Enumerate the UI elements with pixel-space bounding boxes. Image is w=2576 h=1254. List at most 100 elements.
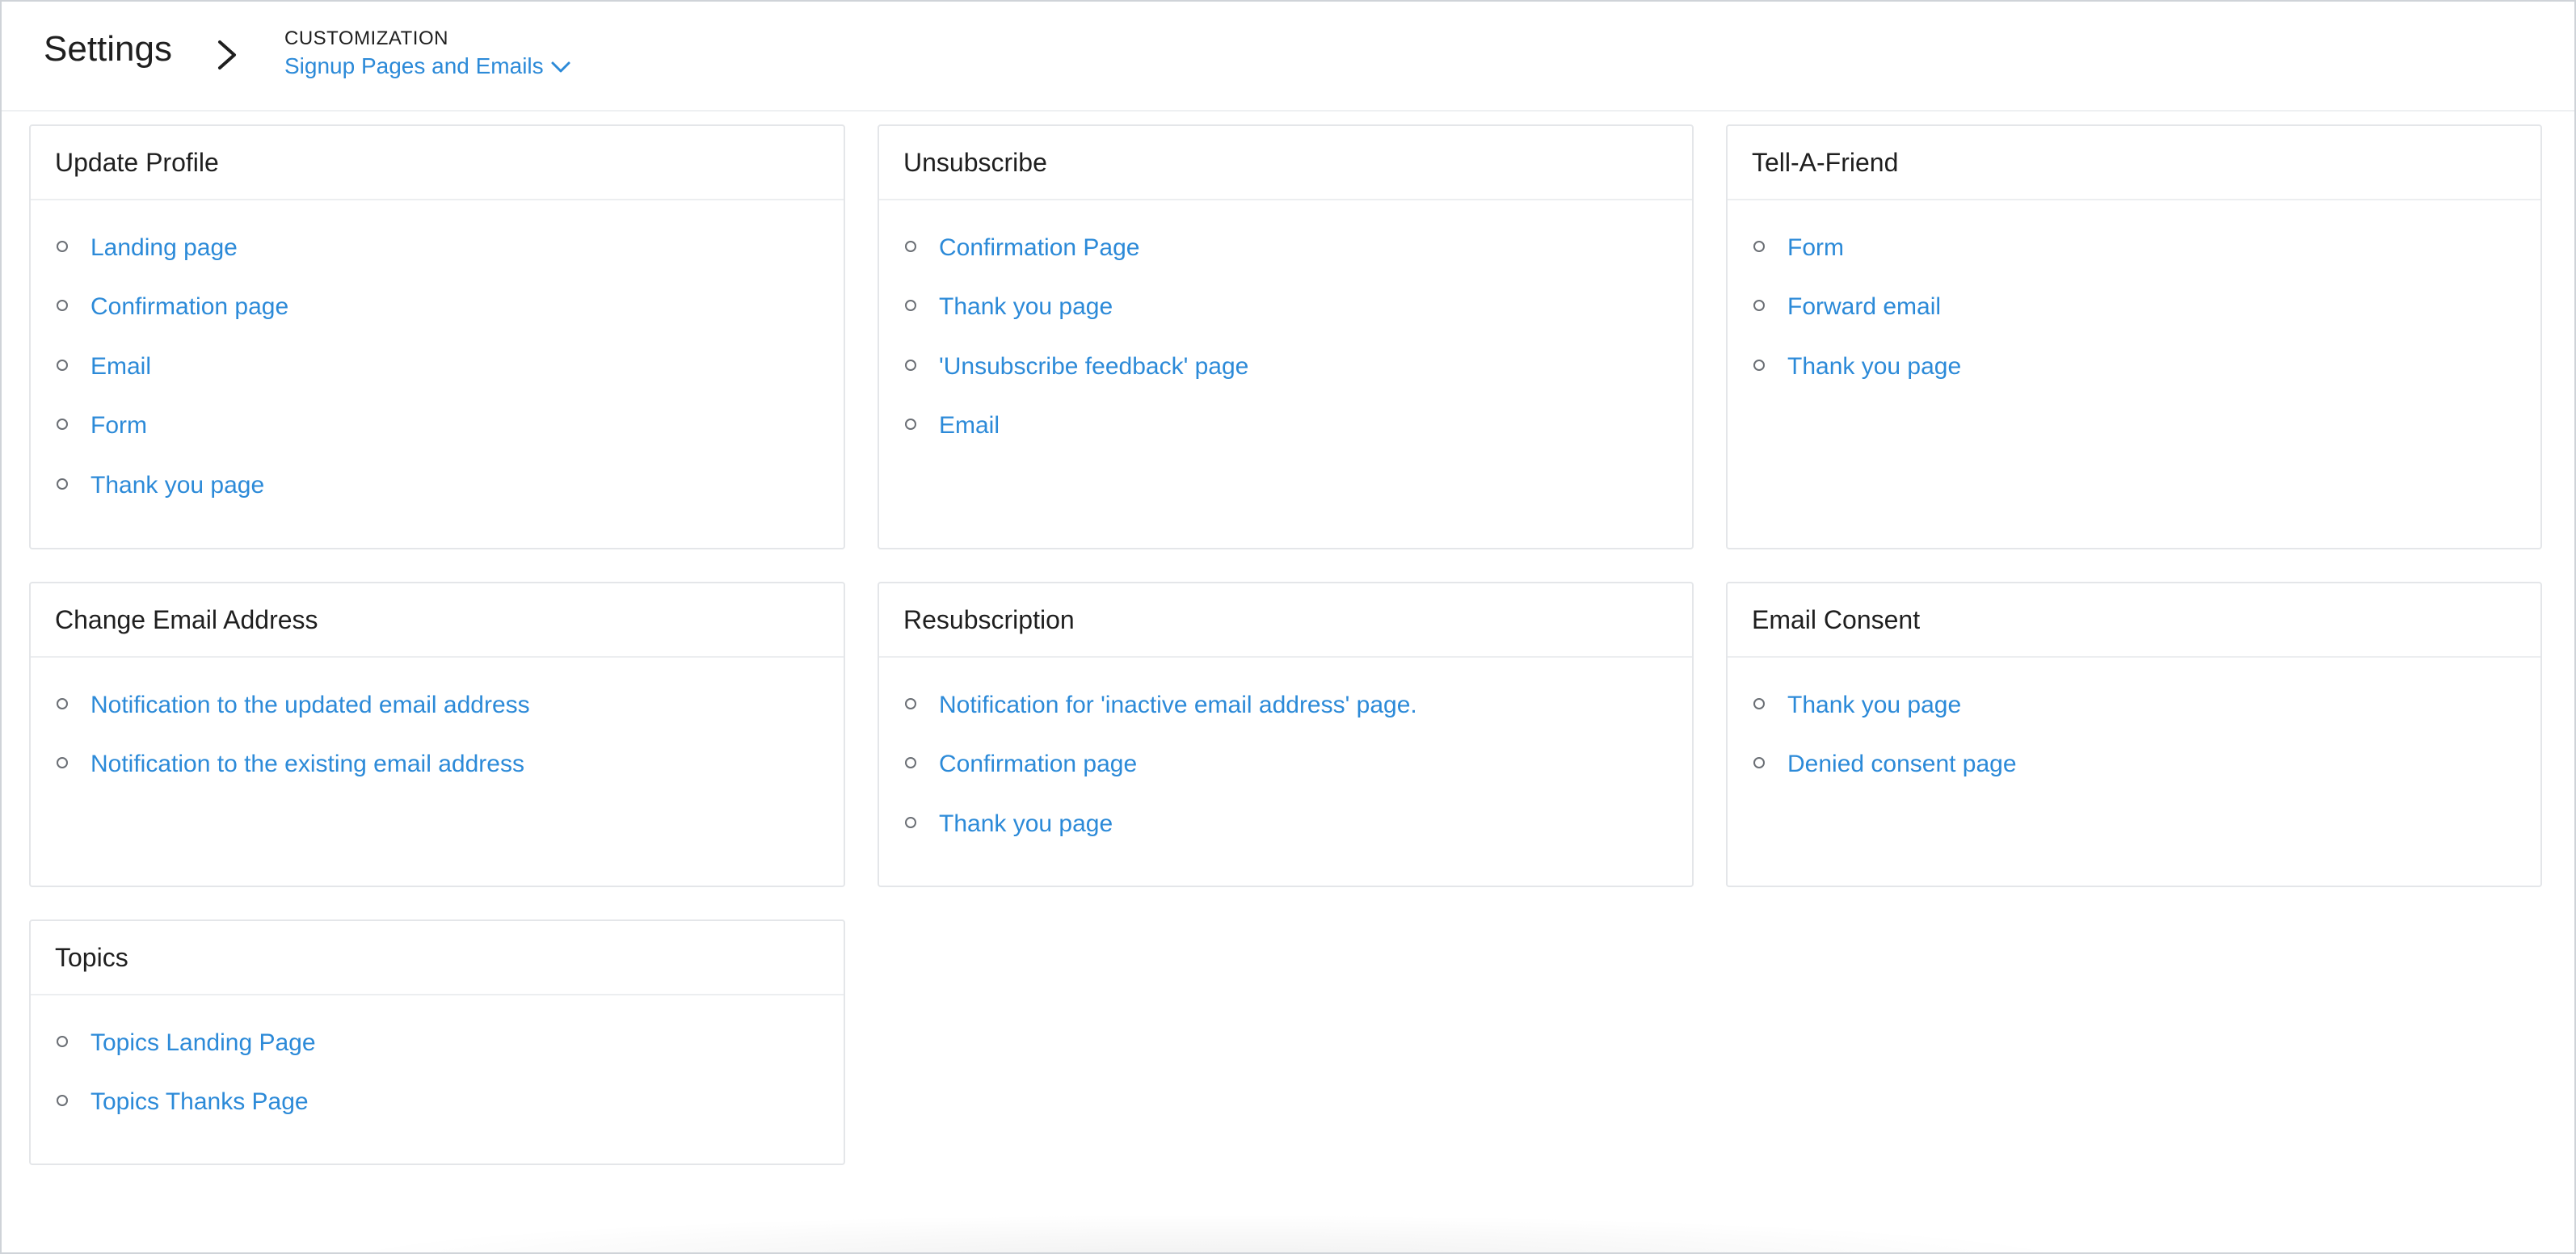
- list-item: Form: [31, 397, 844, 457]
- tell-a-friend-forward-email-link[interactable]: Forward email: [1787, 293, 1941, 321]
- card-link-list: Notification to the updated email addres…: [31, 658, 844, 794]
- bullet-icon: [57, 419, 68, 431]
- resubscription-confirmation-page-link[interactable]: Confirmation page: [939, 751, 1137, 778]
- list-item: Confirmation page: [879, 735, 1692, 795]
- list-item: Topics Landing Page: [31, 1013, 844, 1073]
- list-item: Form: [1728, 218, 2540, 278]
- bullet-icon: [905, 419, 916, 431]
- bullet-icon: [1753, 757, 1765, 769]
- bullet-icon: [1753, 240, 1765, 252]
- card-title: Change Email Address: [55, 604, 318, 634]
- tell-a-friend-form-link[interactable]: Form: [1787, 234, 1844, 262]
- chevron-right-icon: [218, 40, 236, 69]
- change-email-existing-notification-link[interactable]: Notification to the existing email addre…: [90, 751, 524, 778]
- update-profile-form-link[interactable]: Form: [90, 412, 147, 440]
- list-item: 'Unsubscribe feedback' page: [879, 337, 1692, 397]
- unsubscribe-feedback-page-link[interactable]: 'Unsubscribe feedback' page: [939, 353, 1248, 381]
- card-link-list: Notification for 'inactive email address…: [879, 658, 1692, 854]
- card-link-list: Topics Landing Page Topics Thanks Page: [31, 995, 844, 1132]
- card-unsubscribe: Unsubscribe Confirmation Page Thank you …: [878, 124, 1694, 549]
- bullet-icon: [57, 1095, 68, 1107]
- card-link-list: Thank you page Denied consent page: [1728, 658, 2540, 794]
- unsubscribe-thank-you-page-link[interactable]: Thank you page: [939, 293, 1113, 321]
- breadcrumb-section-label: CUSTOMIZATION: [284, 27, 448, 49]
- breadcrumb-current-label: Signup Pages and Emails: [284, 53, 544, 78]
- card-link-list: Form Forward email Thank you page: [1728, 200, 2540, 397]
- card-link-list: Confirmation Page Thank you page 'Unsubs…: [879, 200, 1692, 456]
- card-header: Change Email Address: [31, 583, 844, 658]
- bullet-icon: [57, 300, 68, 312]
- card-title: Topics: [55, 942, 128, 972]
- change-email-updated-notification-link[interactable]: Notification to the updated email addres…: [90, 692, 530, 719]
- list-item: Notification to the existing email addre…: [31, 735, 844, 795]
- bullet-icon: [1753, 697, 1765, 709]
- topics-landing-page-link[interactable]: Topics Landing Page: [90, 1029, 316, 1057]
- list-item: Thank you page: [31, 456, 844, 515]
- update-profile-landing-page-link[interactable]: Landing page: [90, 234, 238, 262]
- email-consent-denied-page-link[interactable]: Denied consent page: [1787, 751, 2017, 778]
- list-item: Thank you page: [879, 794, 1692, 854]
- bottom-shadow: [309, 1214, 2102, 1252]
- card-header: Topics: [31, 921, 844, 995]
- resubscription-thank-you-page-link[interactable]: Thank you page: [939, 810, 1113, 838]
- bullet-icon: [57, 1035, 68, 1047]
- list-item: Notification to the updated email addres…: [31, 675, 844, 735]
- page-title: Settings: [44, 29, 172, 69]
- card-header: Email Consent: [1728, 583, 2540, 658]
- bullet-icon: [1753, 359, 1765, 371]
- bullet-icon: [57, 757, 68, 769]
- list-item: Topics Thanks Page: [31, 1073, 844, 1133]
- update-profile-thank-you-page-link[interactable]: Thank you page: [90, 472, 264, 499]
- resubscription-inactive-notification-link[interactable]: Notification for 'inactive email address…: [939, 692, 1417, 719]
- card-change-email-address: Change Email Address Notification to the…: [29, 582, 845, 887]
- bullet-icon: [57, 359, 68, 371]
- breadcrumb-page-dropdown[interactable]: Signup Pages and Emails: [284, 53, 571, 79]
- bullet-icon: [905, 359, 916, 371]
- card-header: Update Profile: [31, 126, 844, 200]
- bullet-icon: [1753, 300, 1765, 312]
- list-item: Thank you page: [879, 278, 1692, 338]
- card-title: Email Consent: [1752, 604, 1921, 634]
- list-item: Confirmation page: [31, 278, 844, 338]
- list-item: Thank you page: [1728, 675, 2540, 735]
- topics-thanks-page-link[interactable]: Topics Thanks Page: [90, 1088, 309, 1116]
- card-title: Tell-A-Friend: [1752, 147, 1899, 177]
- bullet-icon: [57, 478, 68, 490]
- list-item: Denied consent page: [1728, 735, 2540, 795]
- update-profile-confirmation-page-link[interactable]: Confirmation page: [90, 293, 288, 321]
- chevron-down-icon: [551, 61, 570, 73]
- card-update-profile: Update Profile Landing page Confirmation…: [29, 124, 845, 549]
- card-header: Resubscription: [879, 583, 1692, 658]
- email-consent-thank-you-page-link[interactable]: Thank you page: [1787, 692, 1961, 719]
- bullet-icon: [905, 816, 916, 828]
- list-item: Email: [31, 337, 844, 397]
- list-item: Forward email: [1728, 278, 2540, 338]
- settings-window: Settings CUSTOMIZATION Signup Pages and …: [0, 0, 2576, 1254]
- list-item: Landing page: [31, 218, 844, 278]
- unsubscribe-email-link[interactable]: Email: [939, 412, 1000, 440]
- bullet-icon: [57, 240, 68, 252]
- bullet-icon: [905, 757, 916, 769]
- card-header: Tell-A-Friend: [1728, 126, 2540, 200]
- card-topics: Topics Topics Landing Page Topics Thanks…: [29, 919, 845, 1165]
- card-header: Unsubscribe: [879, 126, 1692, 200]
- page-header: Settings CUSTOMIZATION Signup Pages and …: [2, 2, 2574, 112]
- card-resubscription: Resubscription Notification for 'inactiv…: [878, 582, 1694, 887]
- bullet-icon: [905, 300, 916, 312]
- card-title: Unsubscribe: [903, 147, 1047, 177]
- tell-a-friend-thank-you-page-link[interactable]: Thank you page: [1787, 353, 1961, 381]
- card-title: Update Profile: [55, 147, 219, 177]
- card-title: Resubscription: [903, 604, 1075, 634]
- list-item: Thank you page: [1728, 337, 2540, 397]
- bullet-icon: [905, 697, 916, 709]
- card-link-list: Landing page Confirmation page Email For…: [31, 200, 844, 515]
- card-email-consent: Email Consent Thank you page Denied cons…: [1726, 582, 2542, 887]
- bullet-icon: [905, 240, 916, 252]
- list-item: Email: [879, 397, 1692, 457]
- update-profile-email-link[interactable]: Email: [90, 353, 151, 381]
- unsubscribe-confirmation-page-link[interactable]: Confirmation Page: [939, 234, 1139, 262]
- list-item: Notification for 'inactive email address…: [879, 675, 1692, 735]
- bullet-icon: [57, 697, 68, 709]
- list-item: Confirmation Page: [879, 218, 1692, 278]
- card-tell-a-friend: Tell-A-Friend Form Forward email Thank y…: [1726, 124, 2542, 549]
